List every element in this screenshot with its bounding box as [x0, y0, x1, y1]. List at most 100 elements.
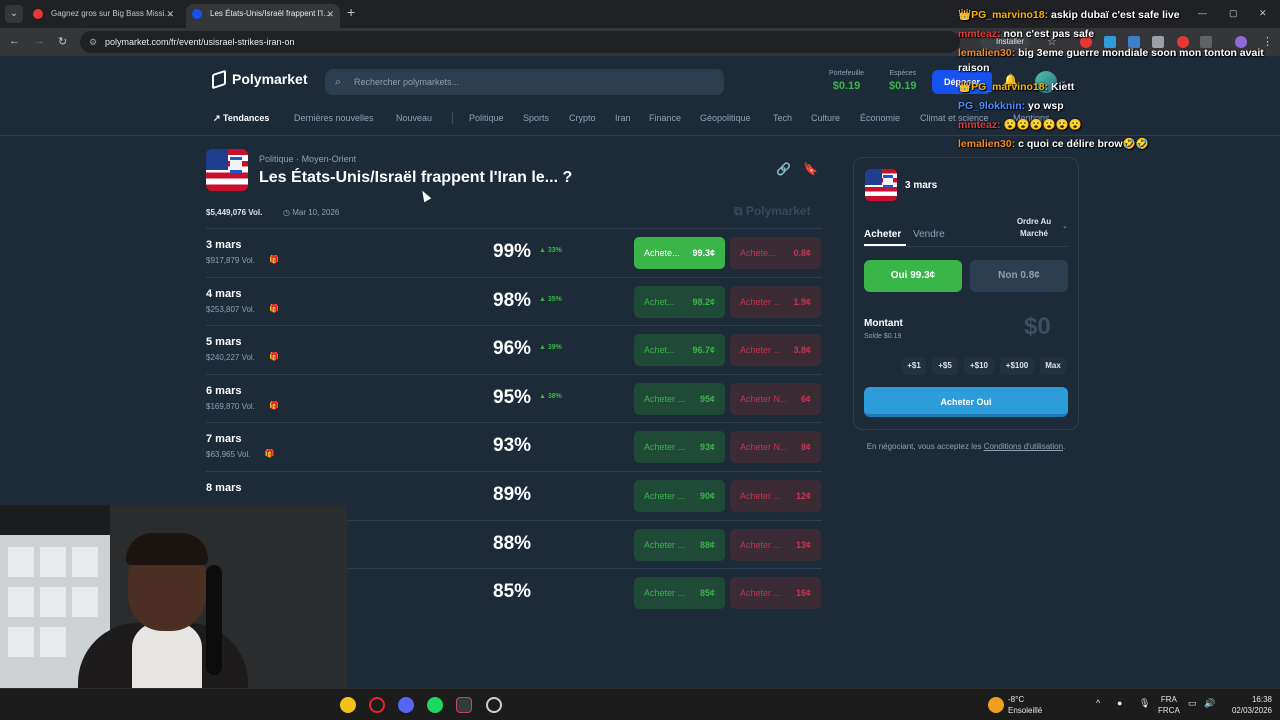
- portfolio-stat[interactable]: Portefeuille $0.19: [829, 70, 864, 92]
- buy-yes-button[interactable]: Acheter ... 95¢: [634, 382, 725, 415]
- market-row[interactable]: 3 mars $917,879 Vol. 🎁 99% ▲ 33% Achete... 99.…: [206, 228, 822, 276]
- market-row[interactable]: 4 mars $253,807 Vol. 🎁 98% ▲ 35% Achet... 98.2…: [206, 276, 822, 325]
- steam-taskbar-icon[interactable]: [486, 697, 502, 713]
- gift-icon[interactable]: 🎁: [265, 449, 275, 458]
- link-icon[interactable]: 🔗: [776, 162, 791, 176]
- bookmark-icon[interactable]: 🔖: [803, 162, 818, 176]
- chrome-taskbar-icon[interactable]: [340, 697, 356, 713]
- buy-yes-button[interactable]: Achet... 96.7¢: [634, 334, 725, 367]
- gift-icon[interactable]: 🎁: [269, 352, 279, 361]
- site-info-icon[interactable]: ⚙: [89, 31, 97, 53]
- buy-yes-button[interactable]: Achete... 99.3¢: [634, 237, 725, 269]
- category-culture[interactable]: Culture: [811, 113, 840, 123]
- buy-no-button[interactable]: Acheter ... 3.8¢: [730, 334, 821, 367]
- opera-taskbar-icon[interactable]: [369, 697, 385, 713]
- buy-no-button[interactable]: Achete... 0.8¢: [730, 237, 821, 269]
- cash-stat[interactable]: Espèces $0.19: [889, 70, 917, 92]
- market-date-label[interactable]: 7 mars: [206, 433, 241, 445]
- market-date-label[interactable]: 3 mars: [206, 239, 241, 251]
- input-language[interactable]: FRA FRCA: [1158, 694, 1180, 716]
- market-row[interactable]: 6 mars $169,870 Vol. 🎁 95% ▲ 38% Acheter ... 9…: [206, 373, 822, 422]
- close-window-icon[interactable]: ✕: [1259, 8, 1267, 19]
- back-icon[interactable]: ←: [9, 35, 20, 47]
- category-sports[interactable]: Sports: [523, 113, 549, 123]
- volume-icon[interactable]: 🔊: [1204, 698, 1215, 709]
- logo-icon: [212, 69, 226, 90]
- terms-link[interactable]: Conditions d'utilisation: [984, 442, 1063, 451]
- tray-app-icon[interactable]: ●: [1117, 698, 1122, 708]
- close-tab-icon[interactable]: ✕: [326, 4, 334, 24]
- chevron-down-icon[interactable]: ⌄: [1062, 222, 1068, 230]
- quick-add-10-button[interactable]: +$10: [964, 357, 994, 375]
- url-field[interactable]: ⚙ polymarket.com/fr/event/usisrael-strik…: [80, 31, 960, 53]
- buy-no-button[interactable]: Acheter N... 6¢: [730, 382, 821, 415]
- buy-no-button[interactable]: Acheter ... 16¢: [730, 577, 821, 610]
- category-new[interactable]: Nouveau: [396, 113, 432, 123]
- capcut-taskbar-icon[interactable]: [456, 697, 472, 713]
- polymarket-logo[interactable]: Polymarket: [212, 69, 307, 90]
- buy-yes-button[interactable]: Acheter ... 85¢: [634, 577, 725, 610]
- search-input[interactable]: ⌕ Rechercher polymarkets...: [325, 69, 724, 95]
- quick-add-5-button[interactable]: +$5: [932, 357, 958, 375]
- browser-tab[interactable]: Gagnez gros sur Big Bass Missi… ✕: [27, 4, 180, 28]
- microphone: [206, 565, 222, 675]
- category-geopolitics[interactable]: Géopolitique: [700, 113, 751, 123]
- category-trending[interactable]: ↗ Tendances: [213, 113, 269, 124]
- weather-widget[interactable]: -8°C Ensoleillé: [1008, 694, 1042, 716]
- market-probability: 93%: [493, 435, 532, 457]
- tab-search-icon[interactable]: ⌄: [5, 5, 23, 23]
- quick-add-100-button[interactable]: +$100: [1000, 357, 1034, 375]
- spotify-taskbar-icon[interactable]: [427, 697, 443, 713]
- quick-add-1-button[interactable]: +$1: [902, 357, 926, 375]
- maximize-icon[interactable]: ▢: [1229, 8, 1238, 19]
- reload-icon[interactable]: ↻: [58, 35, 67, 48]
- buy-no-button[interactable]: Acheter ... 1.9¢: [730, 285, 821, 318]
- discord-taskbar-icon[interactable]: [398, 697, 414, 713]
- tab-buy[interactable]: Acheter: [864, 229, 901, 240]
- gift-icon[interactable]: 🎁: [269, 255, 279, 264]
- max-button[interactable]: Max: [1040, 357, 1066, 375]
- system-clock[interactable]: 16:38 02/03/2026: [1222, 694, 1272, 716]
- gift-icon[interactable]: 🎁: [269, 304, 279, 313]
- market-row[interactable]: 7 mars $63,965 Vol. 🎁 93% Acheter ... 93¢ Ache…: [206, 422, 822, 470]
- buy-no-button[interactable]: Acheter N... 8¢: [730, 431, 821, 464]
- gift-icon[interactable]: 🎁: [269, 401, 279, 410]
- market-date-label[interactable]: 5 mars: [206, 336, 241, 348]
- buy-yes-button[interactable]: Acheter Oui: [864, 387, 1068, 417]
- outcome-yes-button[interactable]: Oui 99.3¢: [864, 260, 962, 292]
- category-politics[interactable]: Politique: [469, 113, 504, 123]
- market-date-label[interactable]: 8 mars: [206, 482, 241, 494]
- outcome-no-button[interactable]: Non 0.8¢: [970, 260, 1068, 292]
- category-finance[interactable]: Finance: [649, 113, 681, 123]
- tray-overflow-icon[interactable]: ^: [1096, 698, 1100, 708]
- amount-input[interactable]: $0: [1024, 313, 1051, 341]
- network-icon[interactable]: ▭: [1188, 698, 1197, 709]
- microphone-icon[interactable]: 🎙: [1139, 698, 1150, 709]
- chat-text: yo wsp: [1028, 100, 1064, 112]
- forward-icon[interactable]: →: [34, 35, 45, 47]
- tab-sell[interactable]: Vendre: [913, 229, 945, 240]
- category-crypto[interactable]: Crypto: [569, 113, 596, 123]
- chat-username: mmteaz:: [958, 119, 1001, 131]
- buy-no-button[interactable]: Acheter ... 13¢: [730, 528, 821, 561]
- order-type-dropdown[interactable]: Ordre Au Marché: [1009, 216, 1059, 240]
- category-economy[interactable]: Économie: [860, 113, 900, 123]
- buy-yes-button[interactable]: Acheter ... 90¢: [634, 480, 725, 512]
- chat-message: mmteaz: non c'est pas safe: [958, 27, 1280, 42]
- close-tab-icon[interactable]: ✕: [166, 4, 174, 24]
- weather-icon: [988, 697, 1004, 713]
- buy-yes-button[interactable]: Acheter ... 93¢: [634, 431, 725, 464]
- minimize-icon[interactable]: —: [1198, 8, 1207, 18]
- market-date-label[interactable]: 4 mars: [206, 288, 241, 300]
- market-row[interactable]: 5 mars $240,227 Vol. 🎁 96% ▲ 39% Achet... 96.7…: [206, 325, 822, 373]
- market-date-label[interactable]: 6 mars: [206, 385, 241, 397]
- buy-yes-button[interactable]: Achet... 98.2¢: [634, 285, 725, 318]
- buy-yes-button[interactable]: Acheter ... 88¢: [634, 528, 725, 561]
- breadcrumb: Politique · Moyen-Orient: [259, 154, 357, 164]
- new-tab-icon[interactable]: +: [347, 4, 355, 20]
- category-iran[interactable]: Iran: [615, 113, 631, 123]
- category-tech[interactable]: Tech: [773, 113, 792, 123]
- buy-no-button[interactable]: Acheter ... 12¢: [730, 480, 821, 512]
- category-breaking[interactable]: Dernières nouvelles: [294, 113, 374, 123]
- browser-tab-active[interactable]: Les États-Unis/Israël frappent l'I… ✕: [186, 4, 340, 28]
